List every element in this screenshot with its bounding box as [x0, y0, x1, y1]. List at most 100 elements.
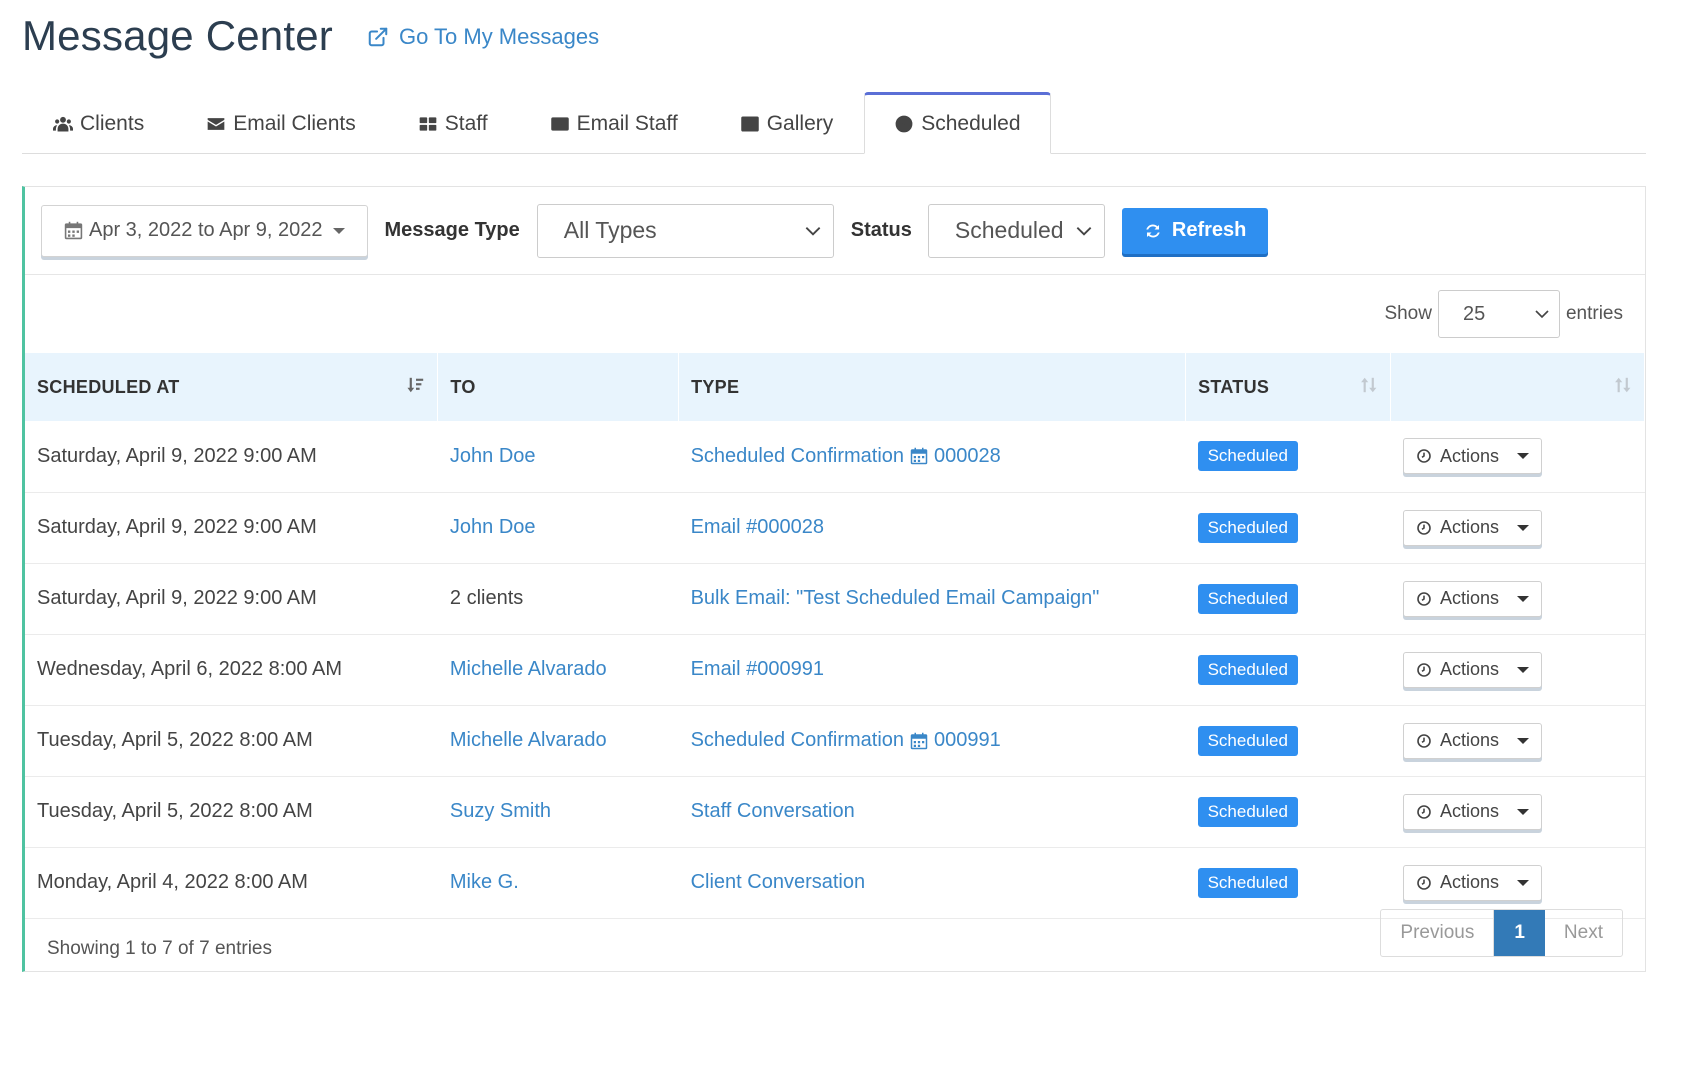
- actions-cell: Actions: [1391, 634, 1645, 705]
- calendar-icon: [910, 448, 928, 465]
- actions-button[interactable]: Actions: [1402, 864, 1542, 901]
- actions-cell: Actions: [1391, 421, 1645, 492]
- caret-down-icon: [1516, 737, 1529, 744]
- column-header-label: TO: [450, 376, 476, 397]
- table-row: Tuesday, April 5, 2022 8:00 AM Michelle A…: [25, 705, 1645, 776]
- actions-label: Actions: [1439, 659, 1499, 679]
- scheduled-at-cell: Saturday, April 9, 2022 9:00 AM: [37, 444, 317, 467]
- actions-button[interactable]: Actions: [1402, 438, 1542, 475]
- image-icon: [740, 116, 759, 131]
- message-type-link[interactable]: Bulk Email: "Test Scheduled Email Campai…: [691, 587, 1174, 610]
- actions-button[interactable]: Actions: [1402, 793, 1542, 830]
- message-type-text: Client Conversation: [690, 871, 866, 893]
- status-cell: Scheduled: [1186, 705, 1391, 776]
- message-type-link[interactable]: Scheduled Confirmation 000028: [691, 445, 1174, 468]
- calendar-icon: [64, 221, 83, 240]
- go-to-my-messages-link[interactable]: Go To My Messages: [367, 24, 599, 50]
- recipient-link[interactable]: John Doe: [438, 421, 679, 492]
- tab-label: Email Clients: [233, 111, 356, 135]
- actions-label: Actions: [1439, 445, 1499, 466]
- tab-label: Staff: [444, 111, 488, 135]
- status-cell: Scheduled: [1186, 421, 1391, 492]
- tab-gallery[interactable]: Gallery: [709, 92, 865, 154]
- appointment-ref: 000991: [934, 729, 1001, 751]
- date-range-picker[interactable]: Apr 3, 2022 to Apr 9, 2022: [41, 204, 368, 257]
- chevron-down-icon: [1535, 310, 1549, 319]
- tab-bar: Clients Email Clients Staff Email Staff …: [22, 76, 1646, 154]
- message-type-select[interactable]: All Types: [536, 203, 834, 258]
- status-badge: Scheduled: [1197, 796, 1298, 827]
- message-type-link[interactable]: Staff Conversation: [691, 800, 1174, 823]
- tab-scheduled[interactable]: Scheduled: [864, 92, 1051, 154]
- appointment-ref: 000028: [934, 444, 1001, 467]
- table-info: Showing 1 to 7 of 7 entries: [47, 938, 272, 959]
- refresh-button[interactable]: Refresh: [1121, 207, 1269, 254]
- clock-icon: [1417, 804, 1431, 819]
- type-cell: Scheduled Confirmation 000991: [679, 705, 1186, 776]
- column-header-type: TYPE: [678, 353, 1187, 421]
- message-type-text: Email #000028: [690, 516, 824, 538]
- table-footer: Showing 1 to 7 of 7 entries Previous 1 N…: [25, 899, 1645, 971]
- tab-email-staff[interactable]: Email Staff: [519, 92, 709, 154]
- type-cell: Scheduled Confirmation 000028: [679, 421, 1186, 492]
- table-row: Wednesday, April 6, 2022 8:00 AM Michelle…: [25, 634, 1645, 705]
- tab-email-clients[interactable]: Email Clients: [175, 92, 387, 154]
- scheduled-at-cell: Wednesday, April 6, 2022 8:00 AM: [37, 658, 343, 680]
- caret-down-icon: [1516, 666, 1529, 673]
- message-type-link[interactable]: Client Conversation: [691, 871, 1174, 894]
- recipient-link[interactable]: John Doe: [438, 492, 679, 563]
- message-type-link[interactable]: Email #000028: [691, 516, 1174, 539]
- type-cell: Email #000028: [679, 492, 1186, 563]
- scheduled-at-cell: Saturday, April 9, 2022 9:00 AM: [37, 587, 317, 609]
- actions-cell: Actions: [1391, 705, 1645, 776]
- recipient-link[interactable]: Michelle Alvarado: [438, 705, 679, 776]
- page-title: Message Center: [22, 12, 333, 59]
- column-header-label: TYPE: [691, 376, 740, 397]
- actions-button[interactable]: Actions: [1402, 651, 1542, 688]
- caret-down-icon: [1516, 453, 1529, 460]
- status-badge: Scheduled: [1197, 725, 1298, 756]
- pagination-previous[interactable]: Previous: [1381, 910, 1495, 956]
- tab-staff[interactable]: Staff: [387, 92, 519, 154]
- recipient-link[interactable]: Michelle Alvarado: [438, 634, 679, 705]
- actions-button[interactable]: Actions: [1402, 580, 1542, 617]
- message-type-link[interactable]: Scheduled Confirmation 000991: [691, 729, 1174, 752]
- tab-label: Scheduled: [921, 112, 1021, 135]
- table-row: Saturday, April 9, 2022 9:00 AM 2 clients…: [25, 563, 1645, 634]
- type-cell: Email #000991: [679, 634, 1186, 705]
- caret-down-icon: [1516, 524, 1529, 531]
- clock-icon: [1417, 520, 1431, 535]
- message-type-text: Staff Conversation: [690, 800, 855, 822]
- status-select[interactable]: Scheduled: [927, 203, 1105, 258]
- actions-button[interactable]: Actions: [1402, 722, 1542, 759]
- clock-icon: [1417, 733, 1431, 748]
- column-header-actions[interactable]: [1390, 353, 1645, 421]
- caret-down-icon: [1516, 595, 1529, 602]
- page-length-select[interactable]: 25: [1437, 290, 1560, 338]
- status-cell: Scheduled: [1186, 776, 1391, 847]
- pagination-page-1[interactable]: 1: [1494, 910, 1545, 956]
- external-link-icon: [368, 27, 388, 47]
- recipient-text: 2 clients: [449, 587, 524, 609]
- column-header-status[interactable]: STATUS: [1185, 353, 1392, 421]
- pagination: Previous 1 Next: [1380, 909, 1623, 957]
- page: Message Center Go To My Messages Clients…: [0, 0, 1702, 1069]
- pagination-next[interactable]: Next: [1545, 910, 1622, 956]
- table-body: Saturday, April 9, 2022 9:00 AM John Doe S…: [25, 421, 1645, 918]
- tab-clients[interactable]: Clients: [22, 92, 175, 154]
- sort-desc-icon: [407, 377, 424, 393]
- actions-label: Actions: [1439, 801, 1499, 821]
- column-header-scheduled-at[interactable]: SCHEDULED AT: [25, 353, 439, 421]
- grid-icon: [419, 116, 437, 131]
- scheduled-at-cell: Saturday, April 9, 2022 9:00 AM: [37, 516, 317, 538]
- column-header-label: STATUS: [1198, 376, 1270, 397]
- clock-icon: [1417, 875, 1431, 890]
- table-header-row: SCHEDULED AT TO TYPE STATUS: [25, 353, 1645, 421]
- message-type-link[interactable]: Email #000991: [691, 658, 1174, 681]
- table-row: Saturday, April 9, 2022 9:00 AM John Doe E…: [25, 492, 1645, 563]
- recipient-link[interactable]: Suzy Smith: [438, 776, 679, 847]
- actions-button[interactable]: Actions: [1402, 509, 1542, 546]
- clock-icon: [895, 115, 913, 133]
- status-badge: Scheduled: [1197, 441, 1298, 472]
- refresh-icon: [1146, 223, 1160, 238]
